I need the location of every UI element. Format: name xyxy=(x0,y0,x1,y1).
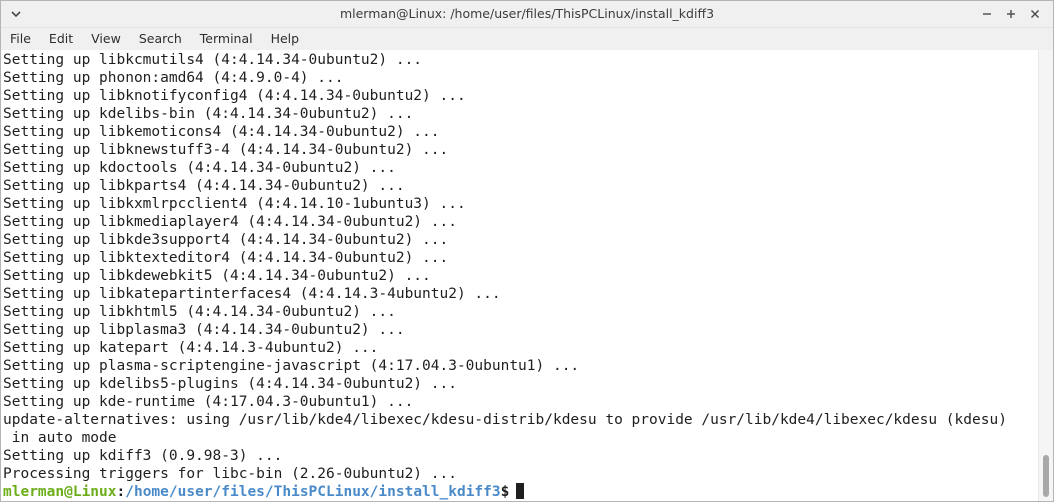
menu-bar: File Edit View Search Terminal Help xyxy=(1,28,1053,51)
terminal-line: Setting up kde-runtime (4:17.04.3-0ubunt… xyxy=(3,394,414,410)
menu-view[interactable]: View xyxy=(82,28,130,50)
vertical-scrollbar[interactable] xyxy=(1038,50,1053,501)
terminal-line: Setting up libkcmutils4 (4:4.14.34-0ubun… xyxy=(3,52,423,68)
terminal-line: update-alternatives: using /usr/lib/kde4… xyxy=(3,412,1007,428)
terminal-line: Setting up libkde3support4 (4:4.14.34-0u… xyxy=(3,232,449,248)
terminal-lines: Setting up libkcmutils4 (4:4.14.34-0ubun… xyxy=(3,51,1007,501)
terminal-line: Setting up kdiff3 (0.9.98-3) ... xyxy=(3,448,283,464)
prompt-symbol: $ xyxy=(500,484,510,500)
terminal-line: Setting up plasma-scriptengine-javascrip… xyxy=(3,358,580,374)
terminal-line: Setting up libkparts4 (4:4.14.34-0ubuntu… xyxy=(3,178,405,194)
terminal-line: Setting up libktexteditor4 (4:4.14.34-0u… xyxy=(3,250,449,266)
prompt-path: /home/user/files/ThisPCLinux/install_kdi… xyxy=(125,484,501,500)
scrollbar-thumb[interactable] xyxy=(1043,455,1049,497)
menu-file[interactable]: File xyxy=(1,28,40,50)
terminal-line: Setting up libkatepartinterfaces4 (4:4.1… xyxy=(3,286,501,302)
prompt-user-host: mlerman@Linux xyxy=(3,484,117,500)
title-bar[interactable]: mlerman@Linux: /home/user/files/ThisPCLi… xyxy=(1,1,1053,28)
terminal-window: mlerman@Linux: /home/user/files/ThisPCLi… xyxy=(0,0,1054,502)
minimize-icon[interactable] xyxy=(975,1,999,27)
terminal-line: Setting up kdoctools (4:4.14.34-0ubuntu2… xyxy=(3,160,396,176)
terminal-line: Setting up katepart (4:4.14.3-4ubuntu2) … xyxy=(3,340,379,356)
terminal-line: Setting up libkhtml5 (4:4.14.34-0ubuntu2… xyxy=(3,304,396,320)
prompt-line[interactable]: mlerman@Linux:/home/user/files/ThisPCLin… xyxy=(3,483,1007,501)
terminal-line: Setting up libkmediaplayer4 (4:4.14.34-0… xyxy=(3,214,457,230)
close-icon[interactable] xyxy=(1023,1,1047,27)
terminal-line: Setting up libkxmlrpcclient4 (4:4.14.10-… xyxy=(3,196,466,212)
terminal-line: Setting up phonon:amd64 (4:4.9.0-4) ... xyxy=(3,70,344,86)
terminal-line: Setting up libkemoticons4 (4:4.14.34-0ub… xyxy=(3,124,440,140)
terminal-line: Setting up libkdewebkit5 (4:4.14.34-0ubu… xyxy=(3,268,431,284)
terminal-line: Setting up kdelibs-bin (4:4.14.34-0ubunt… xyxy=(3,106,414,122)
maximize-icon[interactable] xyxy=(999,1,1023,27)
window-controls xyxy=(975,1,1047,27)
terminal-line: in auto mode xyxy=(3,430,117,446)
terminal-line: Setting up libplasma3 (4:4.14.34-0ubuntu… xyxy=(3,322,405,338)
terminal-line: Setting up kdelibs5-plugins (4:4.14.34-0… xyxy=(3,376,457,392)
menu-search[interactable]: Search xyxy=(130,28,191,50)
terminal-line: Setting up libknotifyconfig4 (4:4.14.34-… xyxy=(3,88,466,104)
window-title: mlerman@Linux: /home/user/files/ThisPCLi… xyxy=(339,6,715,21)
text-cursor xyxy=(516,483,525,499)
terminal-output[interactable]: Setting up libkcmutils4 (4:4.14.34-0ubun… xyxy=(1,50,1039,501)
prompt-separator: : xyxy=(116,484,126,500)
menu-terminal[interactable]: Terminal xyxy=(191,28,262,50)
terminal-line: Setting up libknewstuff3-4 (4:4.14.34-0u… xyxy=(3,142,449,158)
menu-help[interactable]: Help xyxy=(262,28,309,50)
menu-edit[interactable]: Edit xyxy=(40,28,82,50)
terminal-line: Processing triggers for libc-bin (2.26-0… xyxy=(3,466,457,482)
